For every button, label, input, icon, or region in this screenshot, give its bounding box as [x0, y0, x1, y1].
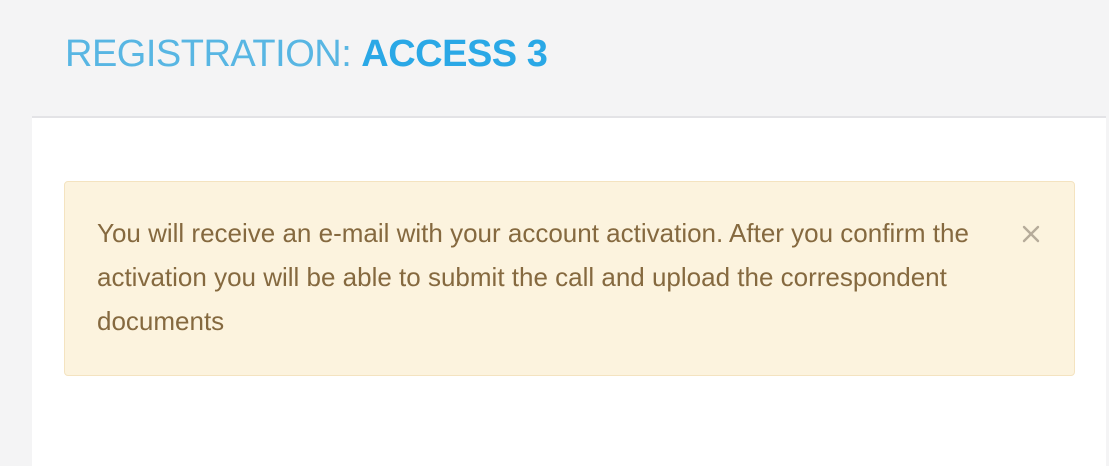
page-title-emphasis: ACCESS 3 — [361, 33, 548, 75]
alert-message: You will receive an e-mail with your acc… — [97, 218, 969, 336]
panel-header: REGISTRATION: ACCESS 3 — [32, 8, 1106, 118]
activation-alert: You will receive an e-mail with your acc… — [64, 181, 1075, 376]
page-title-prefix: REGISTRATION: — [65, 33, 352, 75]
close-icon — [1022, 225, 1040, 243]
page-title: REGISTRATION: ACCESS 3 — [65, 31, 548, 77]
alert-close-button[interactable] — [1018, 221, 1044, 247]
registration-panel: REGISTRATION: ACCESS 3 You will receive a… — [32, 8, 1106, 466]
